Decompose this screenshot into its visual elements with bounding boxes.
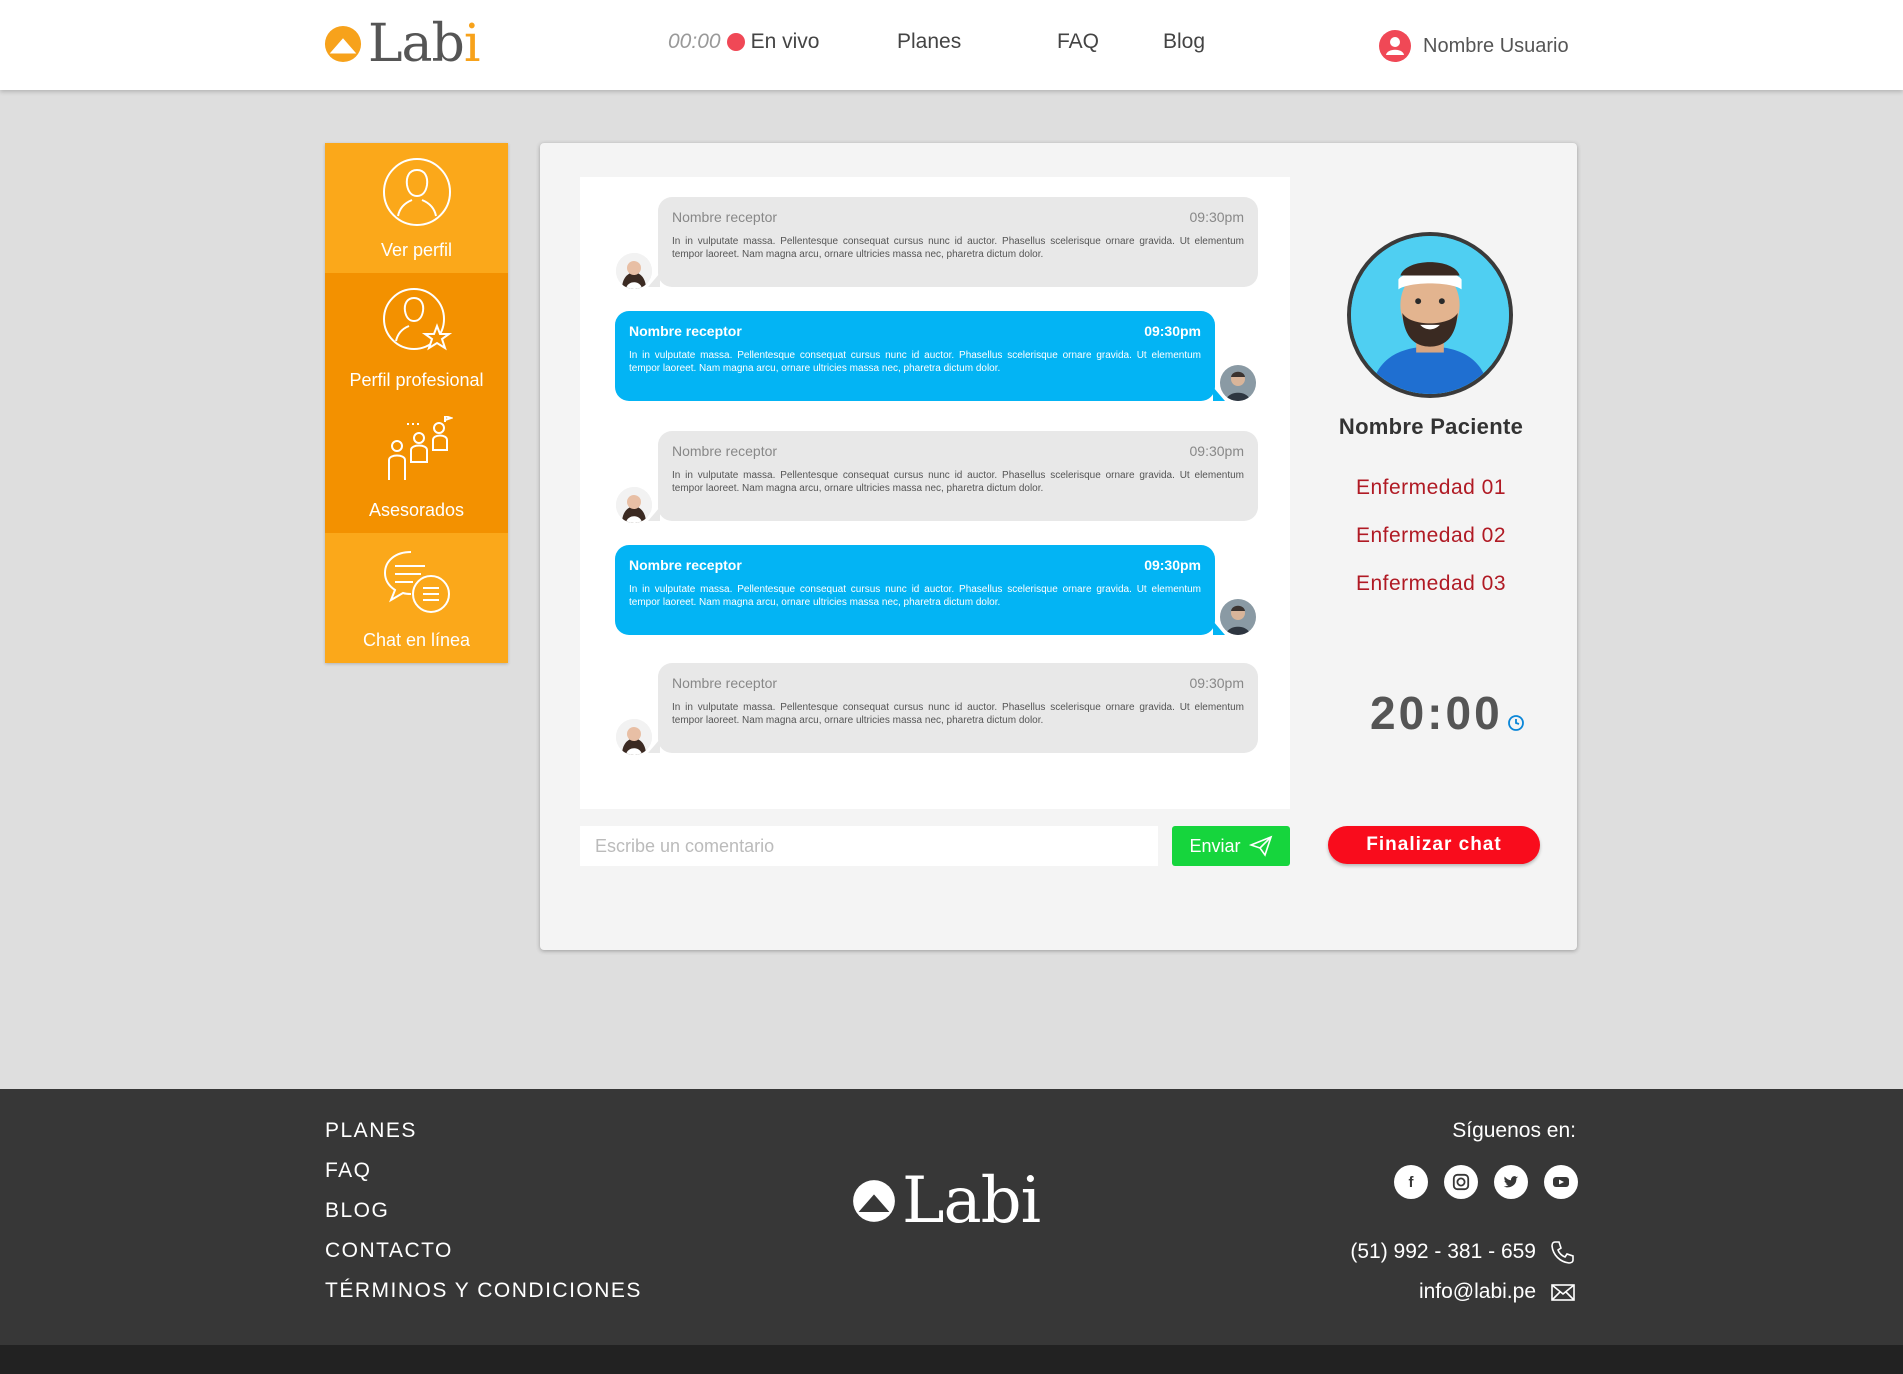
sidebar-item-label: Asesorados	[368, 500, 465, 520]
footer: PLANES FAQ BLOG CONTACTO TÉRMINOS Y COND…	[0, 1089, 1903, 1345]
comment-input[interactable]	[580, 826, 1158, 866]
footer-phone[interactable]: (51) 992 - 381 - 659	[1350, 1239, 1576, 1265]
labi-logo-icon	[324, 25, 362, 63]
message-text: In in vulputate massa. Pellentesque cons…	[672, 702, 1244, 726]
chat-timer: 20:00	[1370, 686, 1525, 740]
message-text: In in vulputate massa. Pellentesque cons…	[629, 584, 1201, 608]
logo-text: Labi	[368, 14, 480, 74]
footer-logo[interactable]: Labi	[852, 1164, 1041, 1238]
message-sender: Nombre receptor	[672, 675, 778, 691]
sidebar-item-label: Ver perfil	[380, 240, 453, 260]
message-text: In in vulputate massa. Pellentesque cons…	[629, 350, 1201, 374]
user-avatar-icon	[1379, 30, 1411, 62]
top-header: Labi 00:00 En vivo Planes FAQ Blog Nombr…	[0, 0, 1903, 90]
sidebar-item-ver-perfil[interactable]: Ver perfil	[325, 143, 508, 273]
end-chat-button[interactable]: Finalizar chat	[1328, 826, 1540, 864]
message-time: 09:30pm	[1144, 557, 1201, 573]
instagram-icon[interactable]	[1444, 1165, 1478, 1199]
user-menu[interactable]: Nombre Usuario	[1379, 30, 1569, 62]
message-text: In in vulputate massa. Pellentesque cons…	[672, 470, 1244, 494]
footer-links: PLANES FAQ BLOG CONTACTO TÉRMINOS Y COND…	[325, 1119, 642, 1319]
sidebar-item-label: Perfil profesional	[349, 370, 484, 390]
footer-link-planes[interactable]: PLANES	[325, 1119, 642, 1159]
live-dot-icon	[726, 33, 745, 51]
nav-blog[interactable]: Blog	[1163, 30, 1205, 54]
footer-logo-text: Labi	[902, 1164, 1041, 1238]
send-label: Enviar	[1189, 835, 1241, 856]
disease-item: Enfermedad 02	[1355, 524, 1507, 547]
sidebar: Ver perfil Perfil profesional Asesorados	[325, 143, 508, 663]
labi-logo[interactable]: Labi	[324, 14, 480, 74]
message-received: Nombre receptor 09:30pm In in vulputate …	[648, 197, 1258, 287]
sidebar-item-asesorados[interactable]: Asesorados	[325, 403, 508, 533]
timer-value: 20:00	[1370, 687, 1503, 739]
receiver-avatar	[616, 719, 652, 755]
nav-planes[interactable]: Planes	[897, 30, 961, 54]
phone-number: (51) 992 - 381 - 659	[1350, 1240, 1536, 1263]
message-time: 09:30pm	[1189, 675, 1244, 691]
sidebar-item-label: Chat en línea	[362, 630, 471, 650]
send-icon	[1248, 835, 1272, 857]
user-name: Nombre Usuario	[1423, 34, 1569, 57]
phone-icon	[1551, 1241, 1574, 1264]
footer-link-terminos[interactable]: TÉRMINOS Y CONDICIONES	[325, 1279, 642, 1319]
sidebar-item-perfil-profesional[interactable]: Perfil profesional	[325, 273, 508, 403]
footer-link-faq[interactable]: FAQ	[325, 1159, 642, 1199]
message-text: In in vulputate massa. Pellentesque cons…	[672, 236, 1244, 260]
chat-icon	[383, 551, 450, 613]
follow-label: Síguenos en:	[1452, 1119, 1576, 1142]
message-time: 09:30pm	[1144, 323, 1201, 339]
advisees-icon	[387, 416, 453, 480]
footer-bottom-bar	[0, 1345, 1903, 1374]
message-sender: Nombre receptor	[672, 209, 778, 225]
live-indicator[interactable]: 00:00 En vivo	[668, 30, 819, 54]
sender-avatar	[1220, 599, 1256, 635]
professional-profile-icon	[382, 288, 452, 351]
patient-photo	[1347, 232, 1513, 398]
email-address: info@labi.pe	[1418, 1280, 1536, 1303]
nav-faq[interactable]: FAQ	[1057, 30, 1099, 54]
chat-panel: Nombre receptor 09:30pm In in vulputate …	[540, 143, 1577, 950]
message-sender: Nombre receptor	[629, 323, 742, 339]
labi-logo-icon	[853, 1180, 895, 1222]
patient-name: Nombre Paciente	[1338, 414, 1524, 439]
receiver-avatar	[616, 487, 652, 523]
receiver-avatar	[616, 253, 652, 289]
twitter-icon[interactable]	[1494, 1165, 1528, 1199]
message-sent: Nombre receptor 09:30pm In in vulputate …	[615, 545, 1225, 635]
message-time: 09:30pm	[1189, 209, 1244, 225]
footer-link-contacto[interactable]: CONTACTO	[325, 1239, 642, 1279]
message-time: 09:30pm	[1189, 443, 1244, 459]
message-received: Nombre receptor 09:30pm In in vulputate …	[648, 431, 1258, 521]
footer-email[interactable]: info@labi.pe	[1419, 1279, 1576, 1305]
disease-item: Enfermedad 01	[1355, 476, 1507, 499]
sender-avatar	[1220, 365, 1256, 401]
youtube-icon[interactable]	[1544, 1165, 1578, 1199]
disease-item: Enfermedad 03	[1355, 572, 1507, 595]
send-button[interactable]: Enviar	[1172, 826, 1290, 866]
chat-messages[interactable]: Nombre receptor 09:30pm In in vulputate …	[580, 177, 1290, 809]
live-label: En vivo	[750, 30, 820, 53]
social-links: f	[1394, 1165, 1578, 1199]
live-time: 00:00	[668, 30, 721, 53]
user-profile-icon	[382, 158, 451, 226]
message-sender: Nombre receptor	[629, 557, 742, 573]
facebook-icon[interactable]: f	[1394, 1165, 1428, 1199]
message-sender: Nombre receptor	[672, 443, 778, 459]
mail-icon	[1551, 1284, 1575, 1301]
message-received: Nombre receptor 09:30pm In in vulputate …	[648, 663, 1258, 753]
message-sent: Nombre receptor 09:30pm In in vulputate …	[615, 311, 1225, 401]
footer-link-blog[interactable]: BLOG	[325, 1199, 642, 1239]
clock-icon	[1507, 715, 1524, 731]
sidebar-item-chat-en-linea[interactable]: Chat en línea	[325, 533, 508, 663]
